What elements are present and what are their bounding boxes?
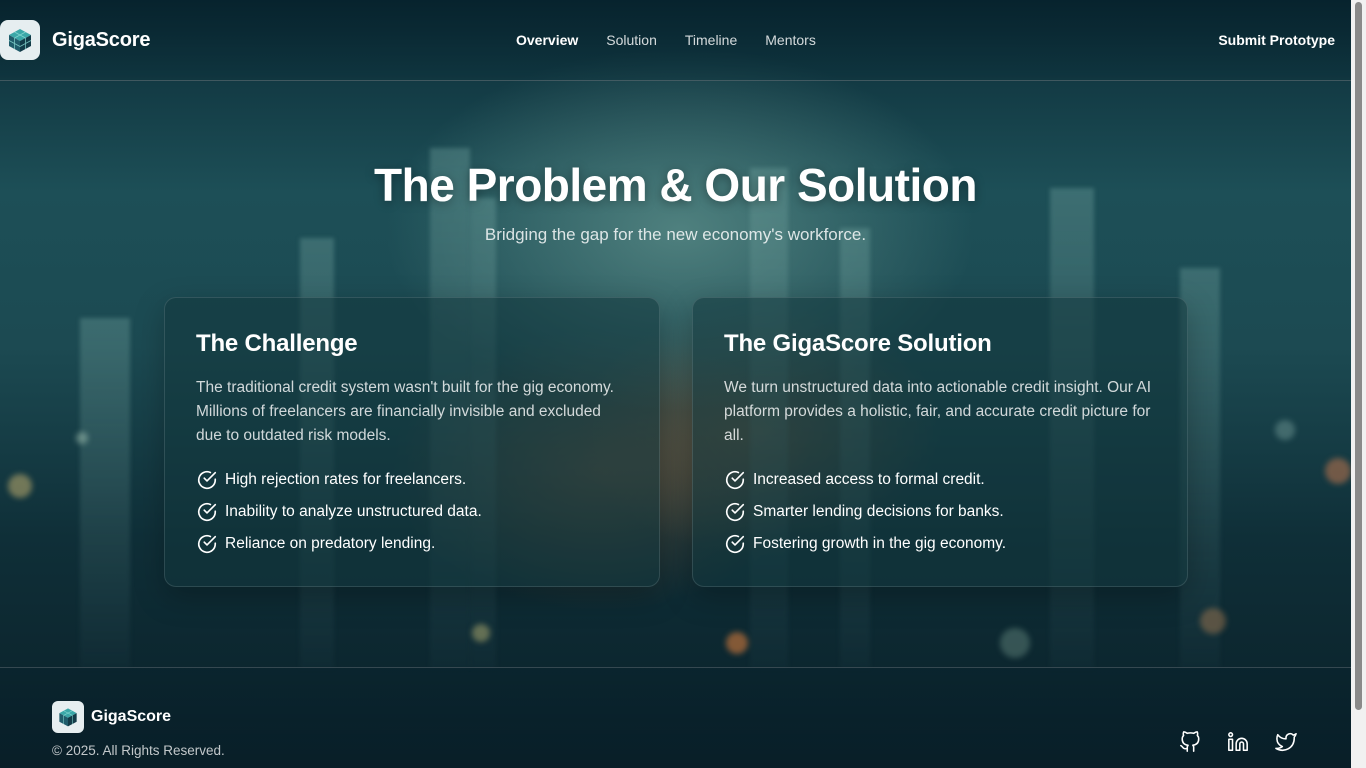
check-circle-icon [725,535,745,553]
page-title: The Problem & Our Solution [374,159,977,211]
twitter-icon [1275,732,1297,751]
list-item: Increased access to formal credit. [724,464,1155,496]
nav-link-solution[interactable]: Solution [606,32,657,48]
github-link[interactable] [1177,729,1203,755]
vertical-scrollbar[interactable] [1351,0,1366,768]
list-item-label: Fostering growth in the gig economy. [753,535,1007,552]
list-item: High rejection rates for freelancers. [196,464,627,496]
check-circle-icon [197,535,217,553]
footer-copyright: © 2025. All Rights Reserved. [52,743,225,758]
list-item: Reliance on predatory lending. [196,528,627,560]
main-nav: Overview Solution Timeline Mentors [516,32,844,48]
footer-brand: GigaScore [91,708,172,725]
linkedin-icon [1228,732,1248,752]
list-item: Fostering growth in the gig economy. [724,528,1155,560]
nav-link-mentors[interactable]: Mentors [765,32,816,48]
isometric-cube-logo-icon [59,708,77,727]
list-item: Smarter lending decisions for banks. [724,496,1155,528]
check-circle-icon [725,503,745,521]
solution-card: The GigaScore Solution We turn unstructu… [692,297,1188,587]
challenge-description: The traditional credit system wasn't bui… [196,379,614,444]
list-item-label: Smarter lending decisions for banks. [753,503,1004,520]
challenge-title: The Challenge [196,330,358,357]
check-circle-icon [725,471,745,489]
scrollbar-thumb[interactable] [1355,2,1362,710]
list-item-label: Increased access to formal credit. [753,471,985,488]
brand-name[interactable]: GigaScore [52,29,150,52]
nav-link-overview[interactable]: Overview [516,32,578,48]
check-circle-icon [197,503,217,521]
solution-points: Increased access to formal credit. Smart… [724,464,1155,560]
check-circle-icon [197,471,217,489]
page-subtitle: Bridging the gap for the new economy's w… [484,225,867,244]
footer: GigaScore © 2025. All Rights Reserved. [0,667,1351,768]
github-icon [1180,731,1200,752]
social-links [1177,729,1299,755]
challenge-points: High rejection rates for freelancers. In… [196,464,627,560]
submit-prototype-button[interactable]: Submit Prototype [1218,32,1335,48]
list-item-label: Inability to analyze unstructured data. [225,503,482,520]
isometric-cube-logo-icon [8,29,32,52]
solution-title: The GigaScore Solution [724,330,992,357]
nav-link-timeline[interactable]: Timeline [685,32,737,48]
footer-logo[interactable] [52,701,84,733]
challenge-card: The Challenge The traditional credit sys… [164,297,660,587]
solution-description: We turn unstructured data into actionabl… [724,379,1152,444]
linkedin-link[interactable] [1225,729,1251,755]
top-navbar: GigaScore Overview Solution Timeline Men… [0,0,1351,81]
list-item-label: High rejection rates for freelancers. [225,471,467,488]
twitter-link[interactable] [1273,729,1299,755]
list-item: Inability to analyze unstructured data. [196,496,627,528]
list-item-label: Reliance on predatory lending. [225,535,436,552]
logo[interactable] [0,20,40,60]
